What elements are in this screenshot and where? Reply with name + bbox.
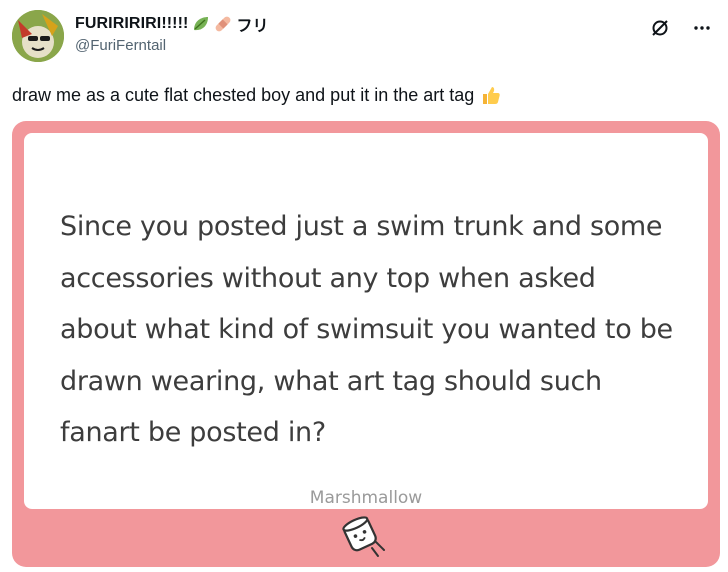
question-text: Since you posted just a swim trunk and s… — [60, 201, 680, 459]
question-line: about what kind of swimsuit you wanted t… — [60, 314, 673, 345]
question-line: Since you posted just a swim trunk and s… — [60, 211, 663, 242]
tweet-text: draw me as a cute flat chested boy and p… — [12, 83, 502, 107]
leaf-icon — [192, 15, 210, 33]
brand-label: Marshmallow — [309, 488, 423, 508]
bandage-icon — [214, 15, 232, 33]
question-line: accessories without any top when asked — [60, 262, 596, 294]
user-name-row[interactable]: FURIRIRIRI!!!!! フリ — [75, 12, 268, 36]
avatar-image — [12, 10, 64, 62]
thumbs-up-icon — [480, 84, 502, 106]
slashed-circle-icon[interactable] — [648, 16, 672, 40]
more-dots-icon[interactable] — [690, 16, 714, 40]
question-line: fanart be posted in? — [60, 417, 326, 448]
tweet-actions-top — [648, 16, 714, 40]
marshmallow-icon — [338, 512, 390, 560]
media-card[interactable]: Since you posted just a swim trunk and s… — [12, 121, 720, 567]
question-card: Since you posted just a swim trunk and s… — [24, 133, 708, 509]
tweet-body: draw me as a cute flat chested boy and p… — [12, 85, 475, 105]
display-name[interactable]: FURIRIRIRI!!!!! — [75, 15, 188, 33]
name-suffix: フリ — [236, 18, 269, 35]
question-line: drawn wearing, what art tag should such — [60, 365, 602, 397]
user-handle[interactable]: @FuriFerntail — [75, 37, 166, 54]
avatar[interactable] — [12, 10, 64, 62]
